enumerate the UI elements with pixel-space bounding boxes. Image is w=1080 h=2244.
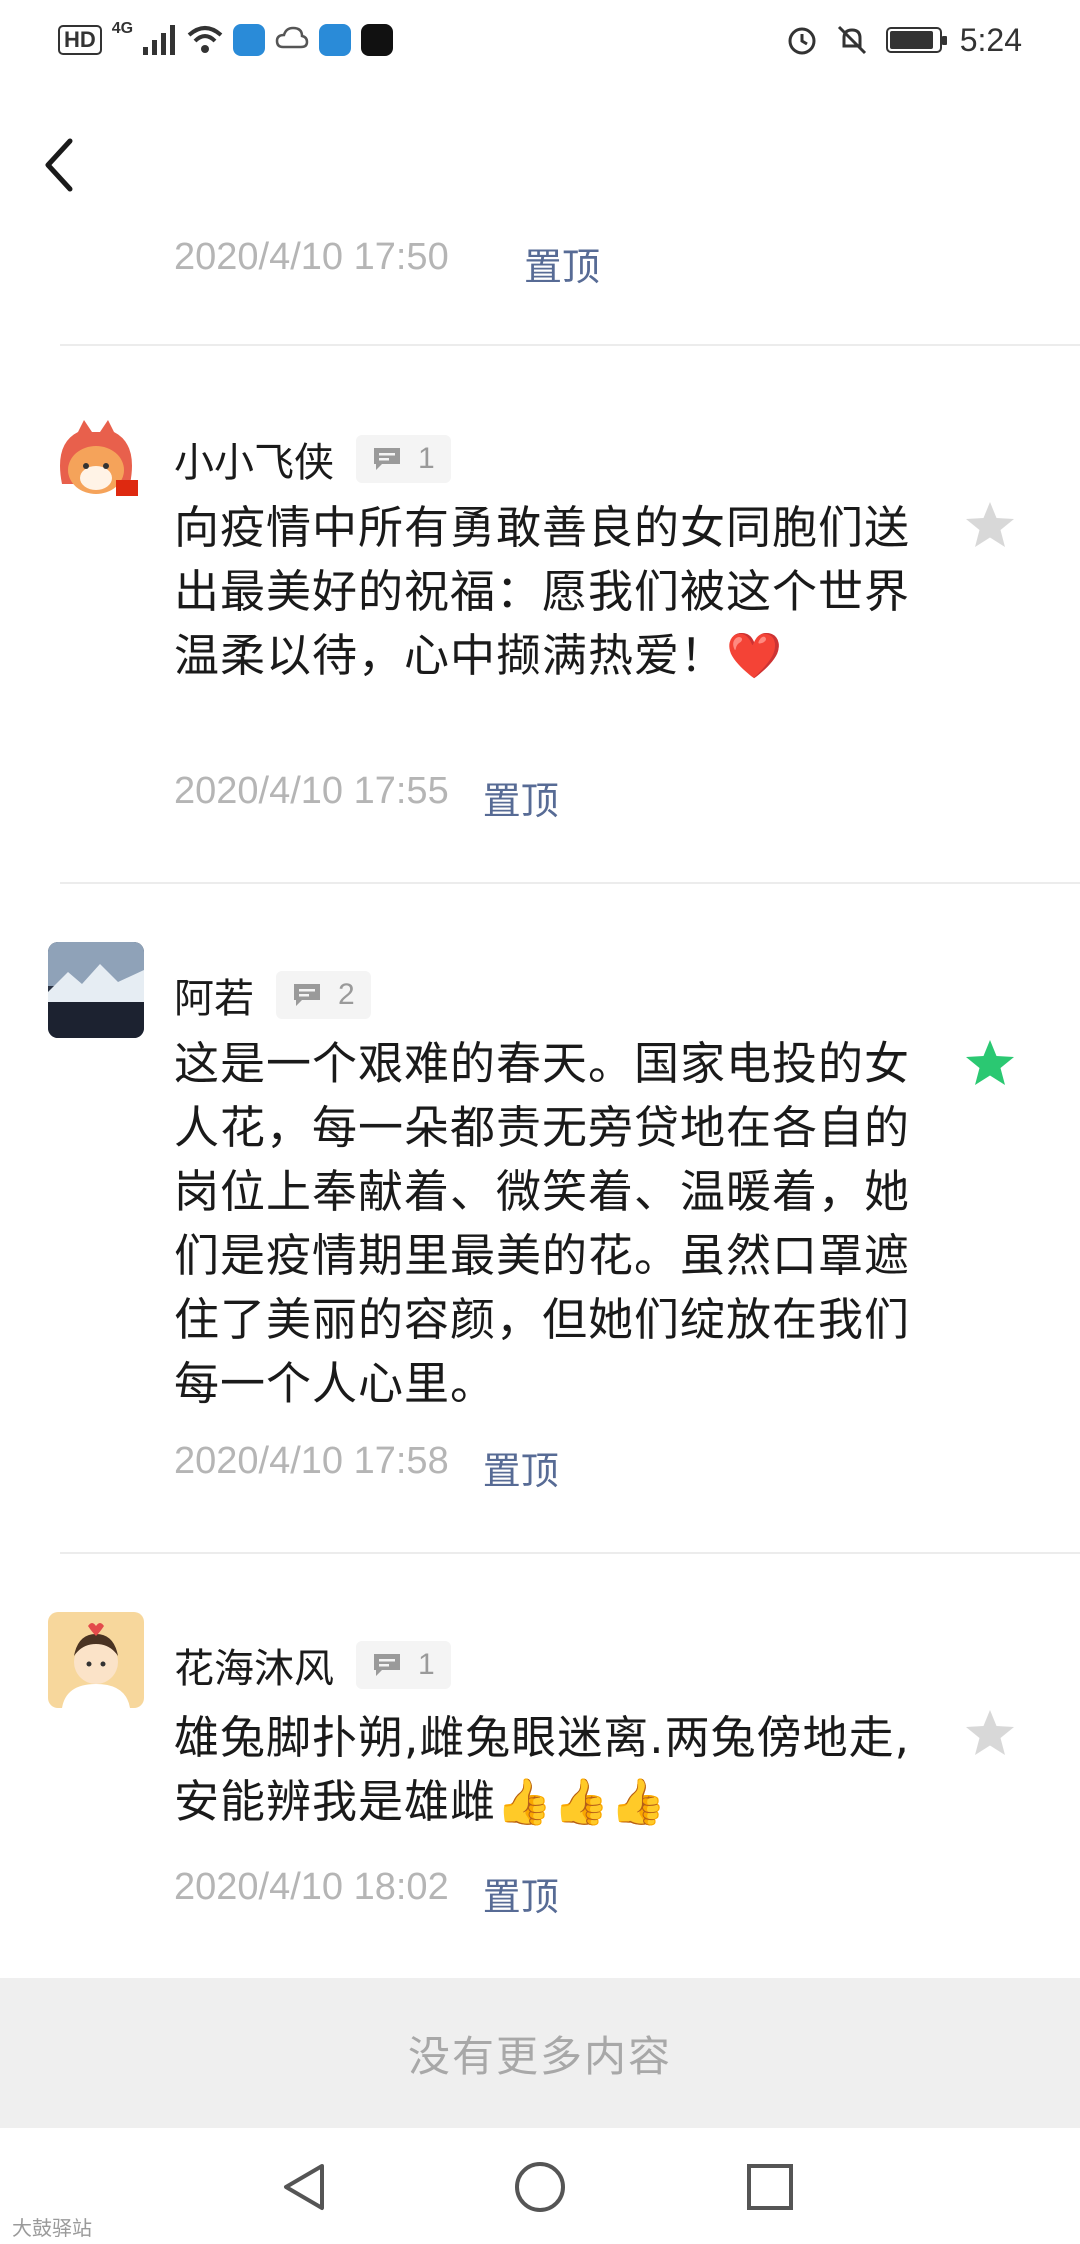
tiktok-icon: [361, 24, 394, 56]
reply-count: 2: [338, 978, 355, 1011]
divider: [60, 1552, 1080, 1554]
wifi-icon: [187, 26, 223, 53]
alarm-icon: [788, 27, 816, 55]
pin-button[interactable]: 置顶: [483, 1440, 559, 1495]
nav-back-button[interactable]: [270, 2152, 340, 2222]
reply-count: 1: [418, 442, 435, 475]
star-icon[interactable]: [960, 496, 1020, 556]
comment-time: 2020/4/10 17:50: [174, 236, 449, 278]
app-notification-icon: [319, 24, 352, 56]
reply-count-badge[interactable]: 1: [356, 435, 451, 483]
divider: [60, 344, 1080, 346]
pin-button[interactable]: 置顶: [524, 236, 600, 291]
comment-bubble-icon: [294, 984, 320, 1006]
chevron-left-icon: [45, 138, 73, 192]
pin-button[interactable]: 置顶: [483, 770, 559, 825]
star-icon[interactable]: [960, 1034, 1020, 1094]
divider: [60, 882, 1080, 884]
star-icon[interactable]: [960, 1704, 1020, 1764]
no-more-content: 没有更多内容: [0, 1978, 1080, 2128]
weather-icon: [275, 26, 309, 49]
mute-icon: [837, 25, 866, 55]
status-bar: HD 4G 5:24: [0, 0, 1080, 80]
battery-icon: [885, 27, 947, 53]
avatar[interactable]: [48, 414, 144, 510]
avatar[interactable]: [48, 942, 144, 1038]
avatar[interactable]: [48, 1612, 144, 1708]
reply-count: 1: [418, 1648, 435, 1681]
comment-author: 花海沐风: [174, 1646, 334, 1692]
comment-text: 雄兔脚扑朔,雌兔眼迷离.两兔傍地走,安能辨我是雄雌👍👍👍: [174, 1711, 910, 1828]
comment-text: 这是一个艰难的春天。国家电投的女人花，每一朵都责无旁贷地在各自的岗位上奉献着、微…: [174, 1037, 911, 1410]
nav-home-button[interactable]: [505, 2152, 575, 2222]
signal-icon: [143, 25, 176, 55]
comment-bubble-icon: [374, 448, 400, 470]
app-notification-icon: [233, 24, 266, 56]
comment-time: 2020/4/10 17:55: [174, 770, 449, 812]
pin-button[interactable]: 置顶: [483, 1866, 559, 1921]
circle-home-icon: [515, 2162, 565, 2212]
comment-text: 向疫情中所有勇敢善良的女同胞们送出最美好的祝福：愿我们被这个世界温柔以待，心中撷…: [174, 501, 911, 682]
square-recents-icon: [747, 2164, 793, 2210]
nav-recents-button[interactable]: [735, 2152, 805, 2222]
watermark: 大鼓驿站: [12, 2216, 92, 2240]
comment-time: 2020/4/10 18:02: [174, 1866, 449, 1908]
comment-author: 阿若: [174, 976, 254, 1022]
reply-count-badge[interactable]: 1: [356, 1641, 451, 1689]
network-type: 4G: [111, 20, 134, 37]
comment-author: 小小飞侠: [174, 440, 334, 486]
navigation-bar: [0, 2128, 1080, 2244]
triangle-back-icon: [284, 2164, 324, 2210]
comment-time: 2020/4/10 17:58: [174, 1440, 449, 1482]
clock: 5:24: [959, 21, 1022, 58]
reply-count-badge[interactable]: 2: [276, 971, 371, 1019]
comment-bubble-icon: [374, 1654, 400, 1676]
back-button[interactable]: [30, 130, 90, 200]
hd-indicator: HD: [58, 25, 102, 55]
